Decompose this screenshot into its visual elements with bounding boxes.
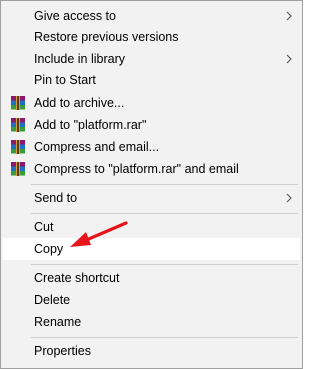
menu-separator: [31, 337, 298, 338]
menu-item-label: Properties: [34, 344, 91, 358]
menu-item-compress-and-email[interactable]: Compress and email...: [3, 136, 300, 158]
menu-item-label: Send to: [34, 191, 78, 205]
menu-item-delete[interactable]: Delete: [3, 289, 300, 311]
red-arrow-icon: [70, 221, 128, 247]
menu-item-label: Compress and email...: [34, 140, 160, 154]
winrar-icon: [11, 118, 25, 132]
context-menu: Give access to Restore previous versions…: [0, 0, 303, 369]
winrar-icon: [11, 140, 25, 154]
menu-item-give-access-to[interactable]: Give access to: [3, 5, 300, 27]
menu-item-compress-to-platform-rar-and-email[interactable]: Compress to "platform.rar" and email: [3, 158, 300, 180]
menu-separator: [31, 264, 298, 265]
menu-item-label: Compress to "platform.rar" and email: [34, 162, 239, 176]
chevron-right-icon: [286, 193, 292, 203]
winrar-icon: [11, 162, 25, 176]
menu-item-include-in-library[interactable]: Include in library: [3, 48, 300, 70]
menu-item-add-to-archive[interactable]: Add to archive...: [3, 92, 300, 114]
menu-item-label: Copy: [34, 242, 64, 256]
winrar-icon: [11, 96, 25, 110]
menu-item-label: Give access to: [34, 9, 116, 23]
menu-separator: [31, 184, 298, 185]
menu-separator: [31, 213, 298, 214]
menu-item-label: Create shortcut: [34, 271, 120, 285]
chevron-right-icon: [286, 54, 292, 64]
menu-item-label: Cut: [34, 220, 54, 234]
menu-item-send-to[interactable]: Send to: [3, 187, 300, 209]
menu-item-label: Rename: [34, 315, 82, 329]
menu-item-restore-previous-versions[interactable]: Restore previous versions: [3, 26, 300, 48]
menu-item-add-to-platform-rar[interactable]: Add to "platform.rar": [3, 114, 300, 136]
menu-item-label: Restore previous versions: [34, 30, 179, 44]
menu-item-label: Pin to Start: [34, 73, 96, 87]
menu-item-rename[interactable]: Rename: [3, 311, 300, 333]
menu-item-label: Delete: [34, 293, 71, 307]
menu-item-properties[interactable]: Properties: [3, 340, 300, 362]
menu-item-label: Include in library: [34, 52, 126, 66]
menu-item-label: Add to archive...: [34, 96, 125, 110]
chevron-right-icon: [286, 11, 292, 21]
menu-item-label: Add to "platform.rar": [34, 118, 147, 132]
menu-item-create-shortcut[interactable]: Create shortcut: [3, 267, 300, 289]
menu-item-cut[interactable]: Cut: [3, 216, 300, 238]
menu-item-copy[interactable]: Copy: [3, 238, 300, 260]
menu-item-pin-to-start[interactable]: Pin to Start: [3, 69, 300, 91]
